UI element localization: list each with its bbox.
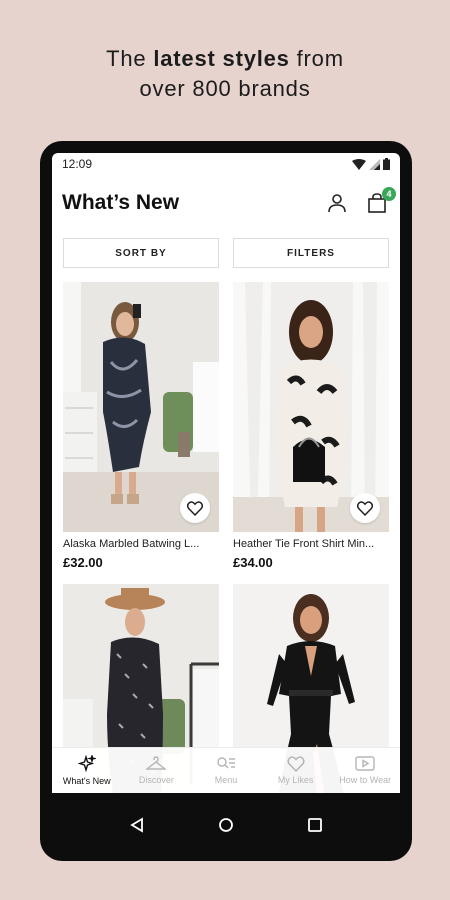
product-name[interactable]: Alaska Marbled Batwing L... (63, 538, 219, 550)
sparkle-icon (77, 755, 96, 773)
wifi-icon (352, 158, 366, 170)
like-button[interactable] (350, 493, 380, 523)
product-grid: Alaska Marbled Batwing L... £32.00 Heath… (52, 276, 400, 793)
promo-line-2: over 800 brands (139, 76, 311, 101)
menu-icon (217, 757, 235, 769)
bag-count-badge: 4 (382, 186, 396, 201)
nav-label: Discover (138, 775, 174, 785)
nav-menu[interactable]: Menu (191, 748, 261, 793)
phone-frame: 12:09 What’s New 4 SORT BY FILTERS Alask… (40, 141, 412, 861)
recents-icon[interactable] (307, 817, 323, 833)
promo-text: from (289, 46, 344, 71)
bag-button[interactable]: 4 (364, 186, 396, 216)
sort-by-button[interactable]: SORT BY (63, 238, 219, 268)
home-icon[interactable] (218, 817, 234, 833)
hanger-icon (146, 756, 167, 770)
account-button[interactable] (324, 190, 350, 216)
nav-how-to-wear[interactable]: How to Wear (330, 748, 400, 793)
nav-whats-new[interactable]: What's New (52, 748, 122, 793)
heart-icon (357, 500, 373, 516)
nav-label: What's New (62, 776, 111, 786)
play-icon (355, 756, 375, 771)
status-icons (352, 158, 390, 170)
battery-icon (383, 158, 390, 170)
nav-label: Menu (214, 775, 238, 785)
nav-my-likes[interactable]: My Likes (261, 748, 331, 793)
product-card[interactable]: Alaska Marbled Batwing L... £32.00 (63, 282, 219, 570)
app-header: What’s New 4 (52, 175, 400, 230)
heart-icon (187, 500, 203, 516)
promo-text: The (106, 46, 154, 71)
back-icon[interactable] (129, 817, 145, 833)
nav-discover[interactable]: Discover (122, 748, 192, 793)
page-title: What’s New (62, 190, 180, 214)
status-bar: 12:09 (52, 153, 400, 175)
product-image[interactable] (63, 282, 219, 532)
nav-label: My Likes (277, 775, 314, 785)
app-screen: 12:09 What’s New 4 SORT BY FILTERS Alask… (52, 153, 400, 793)
signal-icon (369, 158, 380, 170)
promo-emphasis: latest styles (153, 46, 290, 71)
header-actions: 4 (324, 186, 396, 216)
promo-headline: The latest styles from over 800 brands (0, 44, 450, 104)
user-icon (328, 193, 346, 212)
product-price: £34.00 (233, 555, 273, 570)
filter-bar: SORT BY FILTERS (52, 230, 400, 276)
product-price: £32.00 (63, 555, 103, 570)
promo-line-1: The latest styles from (0, 44, 450, 74)
nav-label: How to Wear (339, 775, 392, 785)
product-image[interactable] (233, 282, 389, 532)
product-name[interactable]: Heather Tie Front Shirt Min... (233, 538, 389, 550)
bottom-navigation: What's New Discover Menu My Likes How to… (52, 747, 400, 793)
system-navigation-bar (52, 797, 400, 853)
like-button[interactable] (180, 493, 210, 523)
status-time: 12:09 (62, 157, 93, 171)
filters-button[interactable]: FILTERS (233, 238, 389, 268)
heart-icon (286, 756, 305, 772)
product-card[interactable]: Heather Tie Front Shirt Min... £34.00 (233, 282, 389, 570)
